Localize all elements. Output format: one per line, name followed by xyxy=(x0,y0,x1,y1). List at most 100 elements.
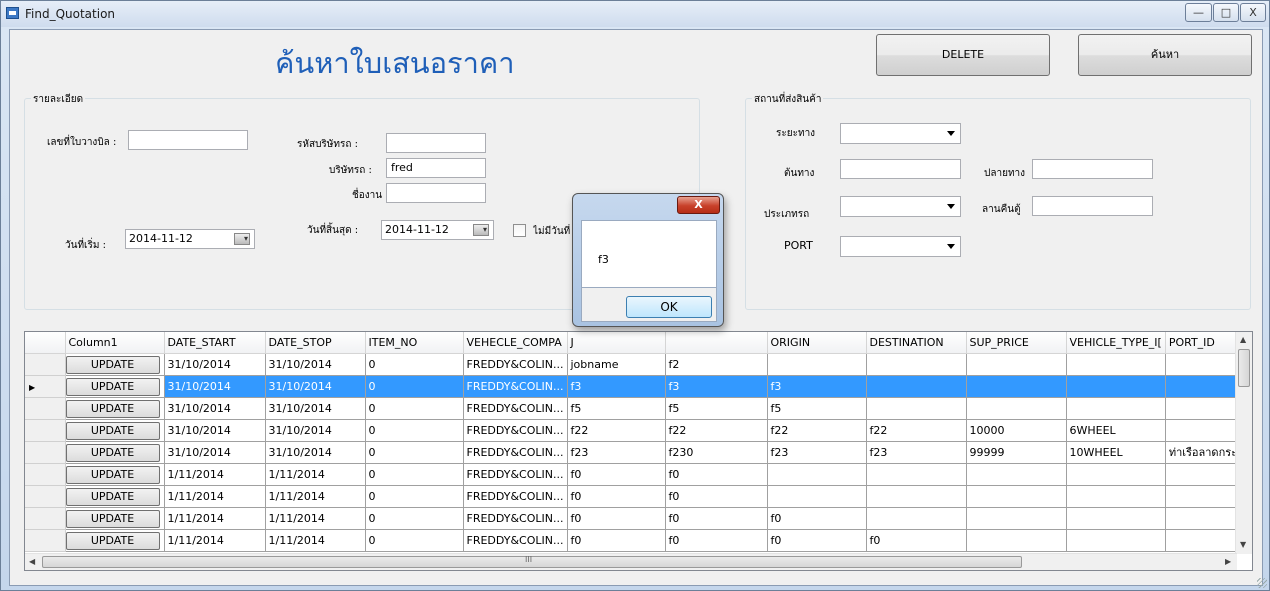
table-cell[interactable] xyxy=(767,353,867,376)
row-header[interactable] xyxy=(25,507,66,530)
vertical-scrollbar[interactable]: ▲ ▼ xyxy=(1235,332,1252,554)
delete-button[interactable]: DELETE xyxy=(876,34,1050,76)
port-combo[interactable] xyxy=(840,236,961,257)
table-cell[interactable] xyxy=(866,507,967,530)
table-cell[interactable]: f23 xyxy=(767,441,867,464)
dialog-close-button[interactable]: X xyxy=(677,196,720,214)
table-cell[interactable] xyxy=(767,485,867,508)
table-cell[interactable]: FREDDY&COLIN... xyxy=(463,375,568,398)
table-cell[interactable]: 10000 xyxy=(966,419,1067,442)
table-cell[interactable] xyxy=(1066,397,1166,420)
horizontal-scrollbar[interactable]: ◀ III ▶ xyxy=(25,553,1237,570)
update-button[interactable]: UPDATE xyxy=(65,377,160,396)
table-cell[interactable]: 31/10/2014 xyxy=(265,419,366,442)
row-header[interactable] xyxy=(25,485,66,508)
table-cell[interactable]: 31/10/2014 xyxy=(265,441,366,464)
table-cell[interactable]: 0 xyxy=(365,441,464,464)
table-row[interactable]: UPDATE 31/10/2014 31/10/2014 0 FREDDY&COLIN.… xyxy=(25,441,1246,464)
table-cell[interactable]: 1/11/2014 xyxy=(265,529,366,552)
column-header[interactable]: ORIGIN xyxy=(767,332,867,354)
start-date-picker[interactable]: 2014-11-12 ▾ xyxy=(125,229,255,249)
vertical-scroll-thumb[interactable] xyxy=(1238,349,1250,387)
update-button[interactable]: UPDATE xyxy=(65,465,160,484)
row-header[interactable] xyxy=(25,463,66,486)
table-cell[interactable]: 0 xyxy=(365,353,464,376)
vehicle-type-combo[interactable] xyxy=(840,196,961,217)
column-header[interactable]: DATE_STOP xyxy=(265,332,366,354)
table-cell[interactable] xyxy=(1066,353,1166,376)
row-header[interactable] xyxy=(25,353,66,376)
table-cell[interactable]: f3 xyxy=(567,375,666,398)
table-cell[interactable] xyxy=(966,397,1067,420)
table-cell[interactable]: 31/10/2014 xyxy=(164,419,266,442)
table-row[interactable]: UPDATE 31/10/2014 31/10/2014 0 FREDDY&COLIN.… xyxy=(25,397,1246,420)
column-header[interactable]: Column1 xyxy=(65,332,165,354)
table-cell[interactable] xyxy=(1165,397,1246,420)
table-cell[interactable]: 1/11/2014 xyxy=(265,463,366,486)
minimize-button[interactable]: — xyxy=(1185,3,1212,22)
table-cell[interactable] xyxy=(767,463,867,486)
destination-input[interactable] xyxy=(1032,159,1153,179)
table-cell[interactable]: 31/10/2014 xyxy=(265,397,366,420)
table-cell[interactable]: f22 xyxy=(767,419,867,442)
distance-combo[interactable] xyxy=(840,123,961,144)
row-header[interactable] xyxy=(25,441,66,464)
table-cell[interactable]: f5 xyxy=(665,397,768,420)
table-cell[interactable] xyxy=(1165,419,1246,442)
table-cell[interactable] xyxy=(1165,375,1246,398)
dialog-ok-button[interactable]: OK xyxy=(626,296,712,318)
table-cell[interactable] xyxy=(1066,485,1166,508)
table-cell[interactable] xyxy=(866,353,967,376)
table-cell[interactable]: FREDDY&COLIN... xyxy=(463,529,568,552)
table-cell[interactable]: 0 xyxy=(365,507,464,530)
table-cell[interactable]: 31/10/2014 xyxy=(265,353,366,376)
calendar-dropdown-icon[interactable]: ▾ xyxy=(234,233,250,245)
table-cell[interactable]: f22 xyxy=(866,419,967,442)
table-cell[interactable] xyxy=(1165,485,1246,508)
table-cell[interactable]: f0 xyxy=(665,529,768,552)
table-cell[interactable]: FREDDY&COLIN... xyxy=(463,397,568,420)
no-date-checkbox[interactable] xyxy=(513,224,526,237)
table-cell[interactable]: FREDDY&COLIN... xyxy=(463,353,568,376)
quotation-grid[interactable]: Column1 DATE_START DATE_STOP ITEM_NO VEHECLE… xyxy=(24,331,1253,571)
table-cell[interactable]: f23 xyxy=(866,441,967,464)
job-name-input[interactable] xyxy=(386,183,486,203)
table-cell[interactable] xyxy=(966,507,1067,530)
table-cell[interactable]: f23 xyxy=(567,441,666,464)
table-row[interactable]: UPDATE 31/10/2014 31/10/2014 0 FREDDY&COLIN.… xyxy=(25,419,1246,442)
table-cell[interactable]: 31/10/2014 xyxy=(164,353,266,376)
scroll-right-icon[interactable]: ▶ xyxy=(1225,557,1231,566)
table-row[interactable]: UPDATE 1/11/2014 1/11/2014 0 FREDDY&COLIN...… xyxy=(25,463,1246,486)
column-header[interactable]: DATE_START xyxy=(164,332,266,354)
table-cell[interactable] xyxy=(1165,507,1246,530)
table-row[interactable]: UPDATE 31/10/2014 31/10/2014 0 FREDDY&COLIN.… xyxy=(25,353,1246,376)
update-button[interactable]: UPDATE xyxy=(65,443,160,462)
table-cell[interactable]: 1/11/2014 xyxy=(164,507,266,530)
row-header[interactable]: ▶ xyxy=(25,375,66,398)
table-cell[interactable]: 0 xyxy=(365,397,464,420)
table-cell[interactable] xyxy=(1066,507,1166,530)
table-cell[interactable]: f0 xyxy=(567,529,666,552)
scroll-left-icon[interactable]: ◀ xyxy=(29,557,35,566)
table-cell[interactable]: f0 xyxy=(767,529,867,552)
table-cell[interactable]: f2 xyxy=(665,353,768,376)
table-cell[interactable]: 99999 xyxy=(966,441,1067,464)
calendar-dropdown-icon[interactable]: ▾ xyxy=(473,224,489,236)
table-row[interactable]: UPDATE 1/11/2014 1/11/2014 0 FREDDY&COLIN...… xyxy=(25,485,1246,508)
table-cell[interactable]: 31/10/2014 xyxy=(164,375,266,398)
table-cell[interactable]: FREDDY&COLIN... xyxy=(463,419,568,442)
table-cell[interactable]: FREDDY&COLIN... xyxy=(463,507,568,530)
table-cell[interactable] xyxy=(966,353,1067,376)
table-cell[interactable]: 31/10/2014 xyxy=(265,375,366,398)
table-row[interactable]: UPDATE 1/11/2014 1/11/2014 0 FREDDY&COLIN...… xyxy=(25,529,1246,552)
company-code-input[interactable] xyxy=(386,133,486,153)
search-button[interactable]: ค้นหา xyxy=(1078,34,1252,76)
maximize-button[interactable]: □ xyxy=(1213,3,1239,22)
table-cell[interactable]: f0 xyxy=(567,463,666,486)
end-date-picker[interactable]: 2014-11-12 ▾ xyxy=(381,220,494,240)
table-cell[interactable] xyxy=(1165,529,1246,552)
table-cell[interactable] xyxy=(966,529,1067,552)
table-cell[interactable] xyxy=(866,463,967,486)
column-header[interactable]: VEHECLE_COMPA xyxy=(463,332,568,354)
row-header[interactable] xyxy=(25,529,66,552)
